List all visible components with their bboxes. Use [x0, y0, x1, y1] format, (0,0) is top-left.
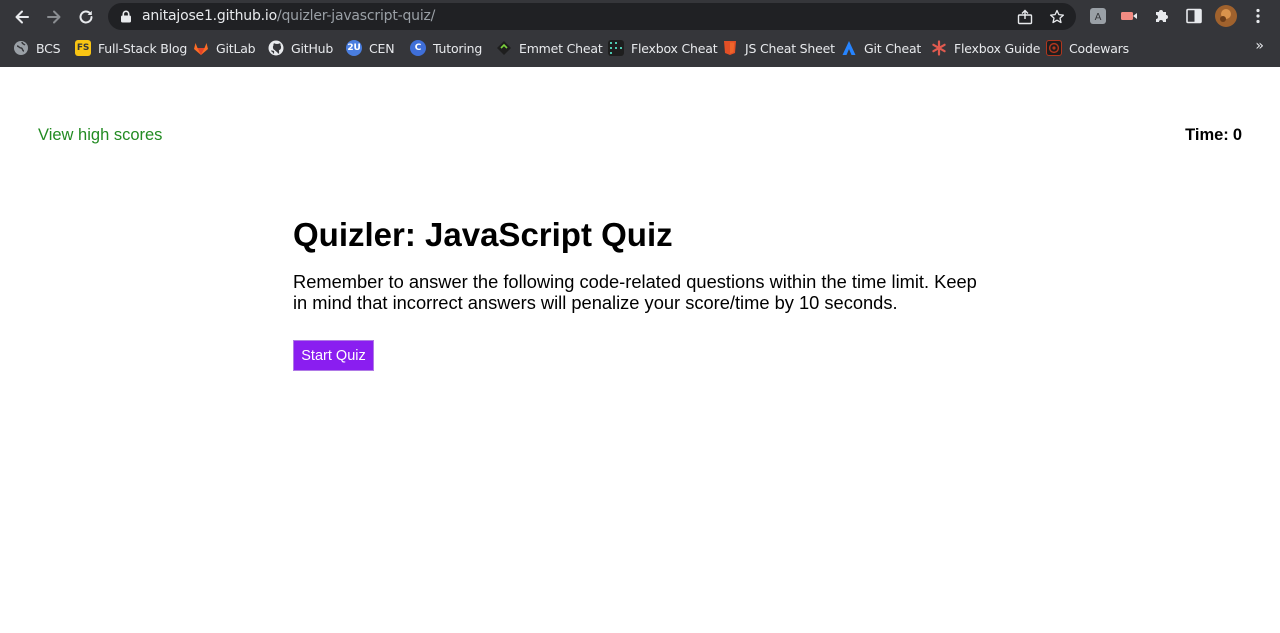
github-icon: [268, 40, 284, 56]
timer: Time: 0: [1185, 126, 1242, 145]
puzzle-icon[interactable]: [1153, 7, 1171, 25]
bookmarks-overflow-chevron-icon[interactable]: »: [1255, 38, 1264, 54]
bookmark-label: GitHub: [291, 40, 334, 56]
emmet-icon: [496, 40, 512, 56]
svg-text:A: A: [1095, 12, 1102, 23]
atlassian-icon: [841, 40, 857, 56]
bookmark-label: GitLab: [216, 40, 256, 56]
reload-icon[interactable]: [75, 6, 97, 28]
url-text: anitajose1.github.io/quizler-javascript-…: [142, 8, 435, 24]
side-panel-icon[interactable]: [1185, 7, 1203, 25]
start-quiz-button[interactable]: Start Quiz: [293, 340, 374, 371]
browser-toolbar: anitajose1.github.io/quizler-javascript-…: [0, 0, 1280, 33]
2u-icon: 2U: [346, 40, 362, 56]
lock-icon: [121, 10, 131, 23]
page-content: View high scores Time: 0 Quizler: JavaScr…: [0, 67, 1280, 633]
shield-icon: [722, 40, 738, 56]
bookmark-label: Full-Stack Blog: [98, 40, 188, 56]
share-icon[interactable]: [1017, 9, 1033, 25]
bookmark-label: CEN: [369, 40, 395, 56]
url-host: anitajose1.github.io: [142, 8, 277, 24]
bookmark-label: JS Cheat Sheet: [745, 40, 835, 56]
bookmark-tutoring[interactable]: C Tutoring: [410, 37, 482, 59]
timer-label: Time:: [1185, 126, 1229, 144]
back-arrow-icon[interactable]: [11, 6, 33, 28]
codewars-icon: [1046, 40, 1062, 56]
c-circle-icon: C: [410, 40, 426, 56]
view-high-scores-link[interactable]: View high scores: [38, 126, 162, 145]
bookmark-label: Codewars: [1069, 40, 1129, 56]
bookmark-label: Flexbox Cheat: [631, 40, 718, 56]
timer-value: 0: [1232, 126, 1242, 144]
bookmarks-bar: BCS FS Full-Stack Blog GitLab GitHub 2U …: [0, 37, 1280, 59]
url-path: /quizler-javascript-quiz/: [276, 8, 436, 24]
profile-avatar[interactable]: [1215, 5, 1237, 27]
extension-video-icon[interactable]: [1120, 7, 1138, 25]
quiz-intro: Quizler: JavaScript Quiz Remember to ans…: [293, 216, 993, 371]
bookmark-emmet-cheat[interactable]: Emmet Cheat: [496, 37, 603, 59]
bookmark-gitlab[interactable]: GitLab: [193, 37, 256, 59]
menu-kebab-icon[interactable]: [1249, 7, 1267, 25]
page-title: Quizler: JavaScript Quiz: [293, 216, 673, 253]
bookmark-cen[interactable]: 2U CEN: [346, 37, 395, 59]
bookmark-flexbox-cheat[interactable]: Flexbox Cheat: [608, 37, 718, 59]
star-icon[interactable]: [1049, 9, 1065, 25]
bookmark-label: Tutoring: [433, 40, 483, 56]
bookmark-js-cheat-sheet[interactable]: JS Cheat Sheet: [722, 37, 835, 59]
bookmark-flexbox-guide[interactable]: Flexbox Guide: [931, 37, 1040, 59]
grid-dots-icon: [608, 40, 624, 56]
bookmark-bcs[interactable]: BCS: [13, 37, 61, 59]
bookmark-label: BCS: [36, 40, 61, 56]
bookmark-label: Flexbox Guide: [954, 40, 1041, 56]
address-bar[interactable]: anitajose1.github.io/quizler-javascript-…: [108, 3, 1076, 30]
bookmark-codewars[interactable]: Codewars: [1046, 37, 1129, 59]
asterisk-icon: [931, 40, 947, 56]
gitlab-icon: [193, 40, 209, 56]
globe-icon: [13, 40, 29, 56]
browser-chrome: anitajose1.github.io/quizler-javascript-…: [0, 0, 1280, 67]
bookmark-full-stack-blog[interactable]: FS Full-Stack Blog: [75, 37, 187, 59]
bookmark-github[interactable]: GitHub: [268, 37, 333, 59]
extension-translate-icon[interactable]: A: [1089, 7, 1107, 25]
forward-arrow-icon[interactable]: [43, 6, 65, 28]
quiz-description: Remember to answer the following code-re…: [293, 271, 977, 313]
bookmark-label: Git Cheat: [864, 40, 922, 56]
bookmark-git-cheat[interactable]: Git Cheat: [841, 37, 921, 59]
bookmark-label: Emmet Cheat: [519, 40, 603, 56]
fs-icon: FS: [75, 40, 91, 56]
